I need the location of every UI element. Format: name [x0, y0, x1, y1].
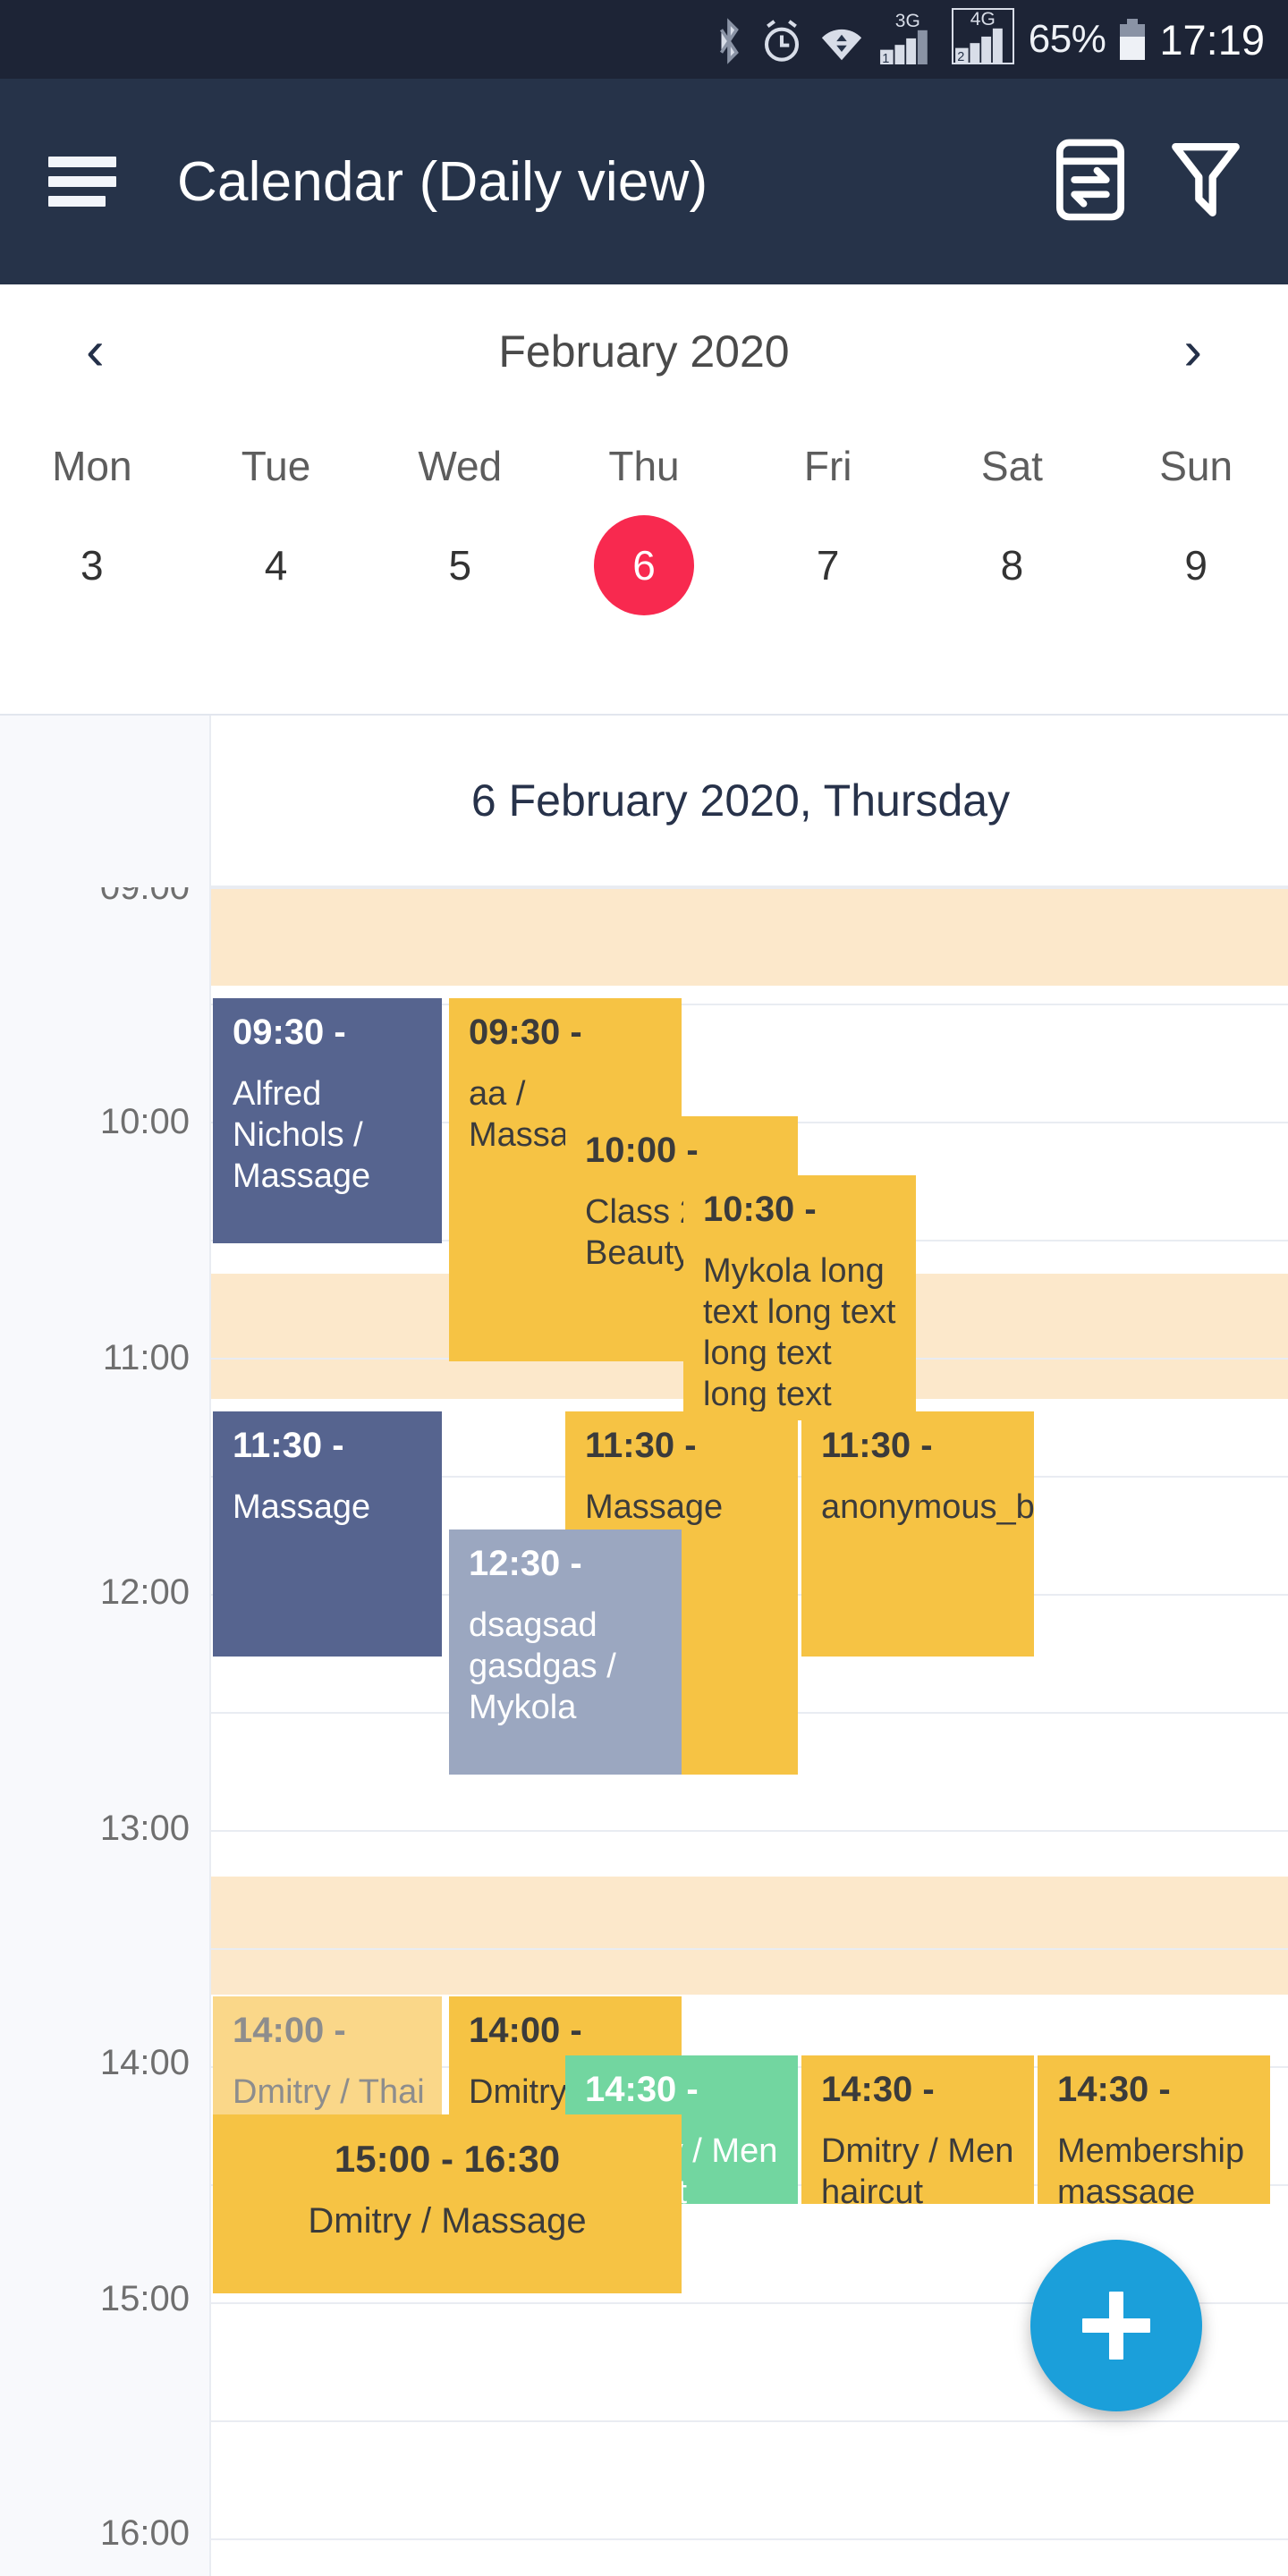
weekday-number: 9 [1184, 542, 1208, 589]
hour-label: 09:00 [99, 887, 190, 907]
app-bar-actions [1055, 139, 1241, 225]
week-strip: Mon 3 Tue 4 Wed 5 Thu 6 Fri 7 Sat 8 Sun … [0, 419, 1288, 714]
wifi-icon [819, 21, 864, 64]
event-time: 12:30 - [469, 1544, 582, 1583]
event-time: 14:00 - [469, 2011, 582, 2050]
month-navigation: ‹ February 2020 › [0, 284, 1288, 419]
hour-label: 10:00 [99, 1102, 190, 1141]
prev-month-button[interactable]: ‹ [86, 324, 105, 379]
weekday-label: Tue [241, 443, 311, 489]
status-icons: 3G 1 4G 2 [714, 8, 1014, 64]
hour-label: 16:00 [99, 2513, 190, 2553]
hamburger-menu-icon[interactable] [48, 157, 116, 207]
event-desc: dsagsad gasdgas / Mykola [469, 1606, 616, 1726]
status-clock: 17:19 [1159, 15, 1265, 64]
event-time: 15:00 - 16:30 [334, 2138, 561, 2180]
event-card[interactable]: 10:30 - Mykola long text long text long … [683, 1175, 916, 1420]
add-event-fab[interactable] [1030, 2240, 1202, 2411]
hour-label: 13:00 [99, 1809, 190, 1848]
weekday-label: Fri [803, 443, 852, 489]
hour-label: 11:00 [102, 1338, 190, 1377]
event-desc: Mykola long text long text long text lon… [703, 1252, 896, 1413]
event-time: 10:00 - [585, 1131, 699, 1170]
event-card[interactable]: 11:30 - anonymous_b5310095143 [801, 1411, 1034, 1657]
event-time: 11:30 - [233, 1426, 344, 1465]
event-time: 14:30 - [821, 2070, 935, 2109]
weekday-label: Wed [418, 443, 503, 489]
app-screen: 3G 1 4G 2 65% 17:19 Calendar (Daily view… [0, 0, 1288, 2576]
sim1-network-label: 3G [894, 11, 920, 31]
weekday-number: 4 [264, 542, 288, 589]
event-time: 14:30 - [1057, 2070, 1171, 2109]
week-day-thu-selected[interactable]: Thu 6 [552, 419, 736, 714]
event-desc: Massage [585, 1488, 724, 1526]
battery-percent-label: 65% [1028, 17, 1106, 61]
week-day-mon[interactable]: Mon 3 [0, 419, 184, 714]
svg-text:2: 2 [957, 50, 964, 63]
signal-sim1-icon: 3G 1 [879, 11, 936, 64]
event-card[interactable]: 11:30 - Massage [213, 1411, 442, 1657]
weekday-label: Sun [1159, 443, 1233, 489]
signal-sim2-icon: 4G 2 [951, 8, 1014, 64]
week-day-sat[interactable]: Sat 8 [920, 419, 1105, 714]
week-day-wed[interactable]: Wed 5 [368, 419, 552, 714]
event-time: 10:30 - [703, 1190, 817, 1229]
event-desc: Dmitry / Men haircut [821, 2132, 1014, 2204]
weekday-label: Mon [52, 443, 132, 489]
day-header: 6 February 2020, Thursday [0, 716, 1288, 887]
weekday-number: 7 [816, 542, 840, 589]
event-card[interactable]: 14:30 - Membership massage [1038, 2055, 1270, 2204]
weekday-number: 8 [1000, 542, 1024, 589]
battery-icon [1120, 19, 1146, 60]
event-time: 09:30 - [233, 1013, 346, 1052]
filter-icon[interactable] [1170, 139, 1241, 225]
alarm-icon [760, 18, 803, 64]
svg-text:1: 1 [882, 52, 889, 64]
day-header-gutter [0, 716, 211, 887]
event-time: 11:30 - [585, 1426, 697, 1465]
event-time: 14:30 - [585, 2070, 699, 2109]
event-card[interactable]: 09:30 - Alfred Nichols / Massage [213, 998, 442, 1243]
weekday-number: 6 [632, 542, 656, 589]
event-card[interactable]: 12:30 - dsagsad gasdgas / Mykola [449, 1530, 682, 1775]
event-desc: Alfred Nichols / Massage [233, 1075, 371, 1195]
day-header-label: 6 February 2020, Thursday [470, 775, 1011, 826]
event-desc: Dmitry / Massage [308, 2201, 587, 2241]
event-card[interactable]: 14:30 - Dmitry / Men haircut [801, 2055, 1034, 2204]
next-month-button[interactable]: › [1183, 324, 1202, 379]
weekday-label: Thu [608, 443, 680, 489]
sim2-network-label: 4G [970, 9, 996, 30]
week-day-fri[interactable]: Fri 7 [736, 419, 920, 714]
bluetooth-icon [714, 18, 744, 64]
event-time: 09:30 - [469, 1013, 582, 1052]
event-desc: Massage [233, 1488, 371, 1526]
event-card[interactable]: 15:00 - 16:30 Dmitry / Massage [213, 2114, 682, 2293]
plus-icon [1109, 2292, 1123, 2360]
week-day-sun[interactable]: Sun 9 [1104, 419, 1288, 714]
app-bar: Calendar (Daily view) [0, 79, 1288, 284]
event-desc: Membership massage [1057, 2132, 1245, 2204]
page-title: Calendar (Daily view) [177, 150, 708, 213]
swap-view-icon[interactable] [1055, 139, 1125, 225]
event-time: 11:30 - [821, 1426, 933, 1465]
month-label: February 2020 [498, 326, 790, 377]
week-day-tue[interactable]: Tue 4 [184, 419, 369, 714]
event-time: 14:00 - [233, 2011, 346, 2050]
hour-label: 14:00 [99, 2043, 190, 2082]
event-desc: anonymous_b5310095143 [821, 1488, 1034, 1526]
status-bar: 3G 1 4G 2 65% 17:19 [0, 0, 1288, 79]
weekday-label: Sat [980, 443, 1043, 489]
weekday-number: 3 [80, 542, 104, 589]
hour-label: 12:00 [99, 1572, 190, 1612]
hour-label: 15:00 [99, 2279, 190, 2318]
weekday-number: 5 [448, 542, 472, 589]
